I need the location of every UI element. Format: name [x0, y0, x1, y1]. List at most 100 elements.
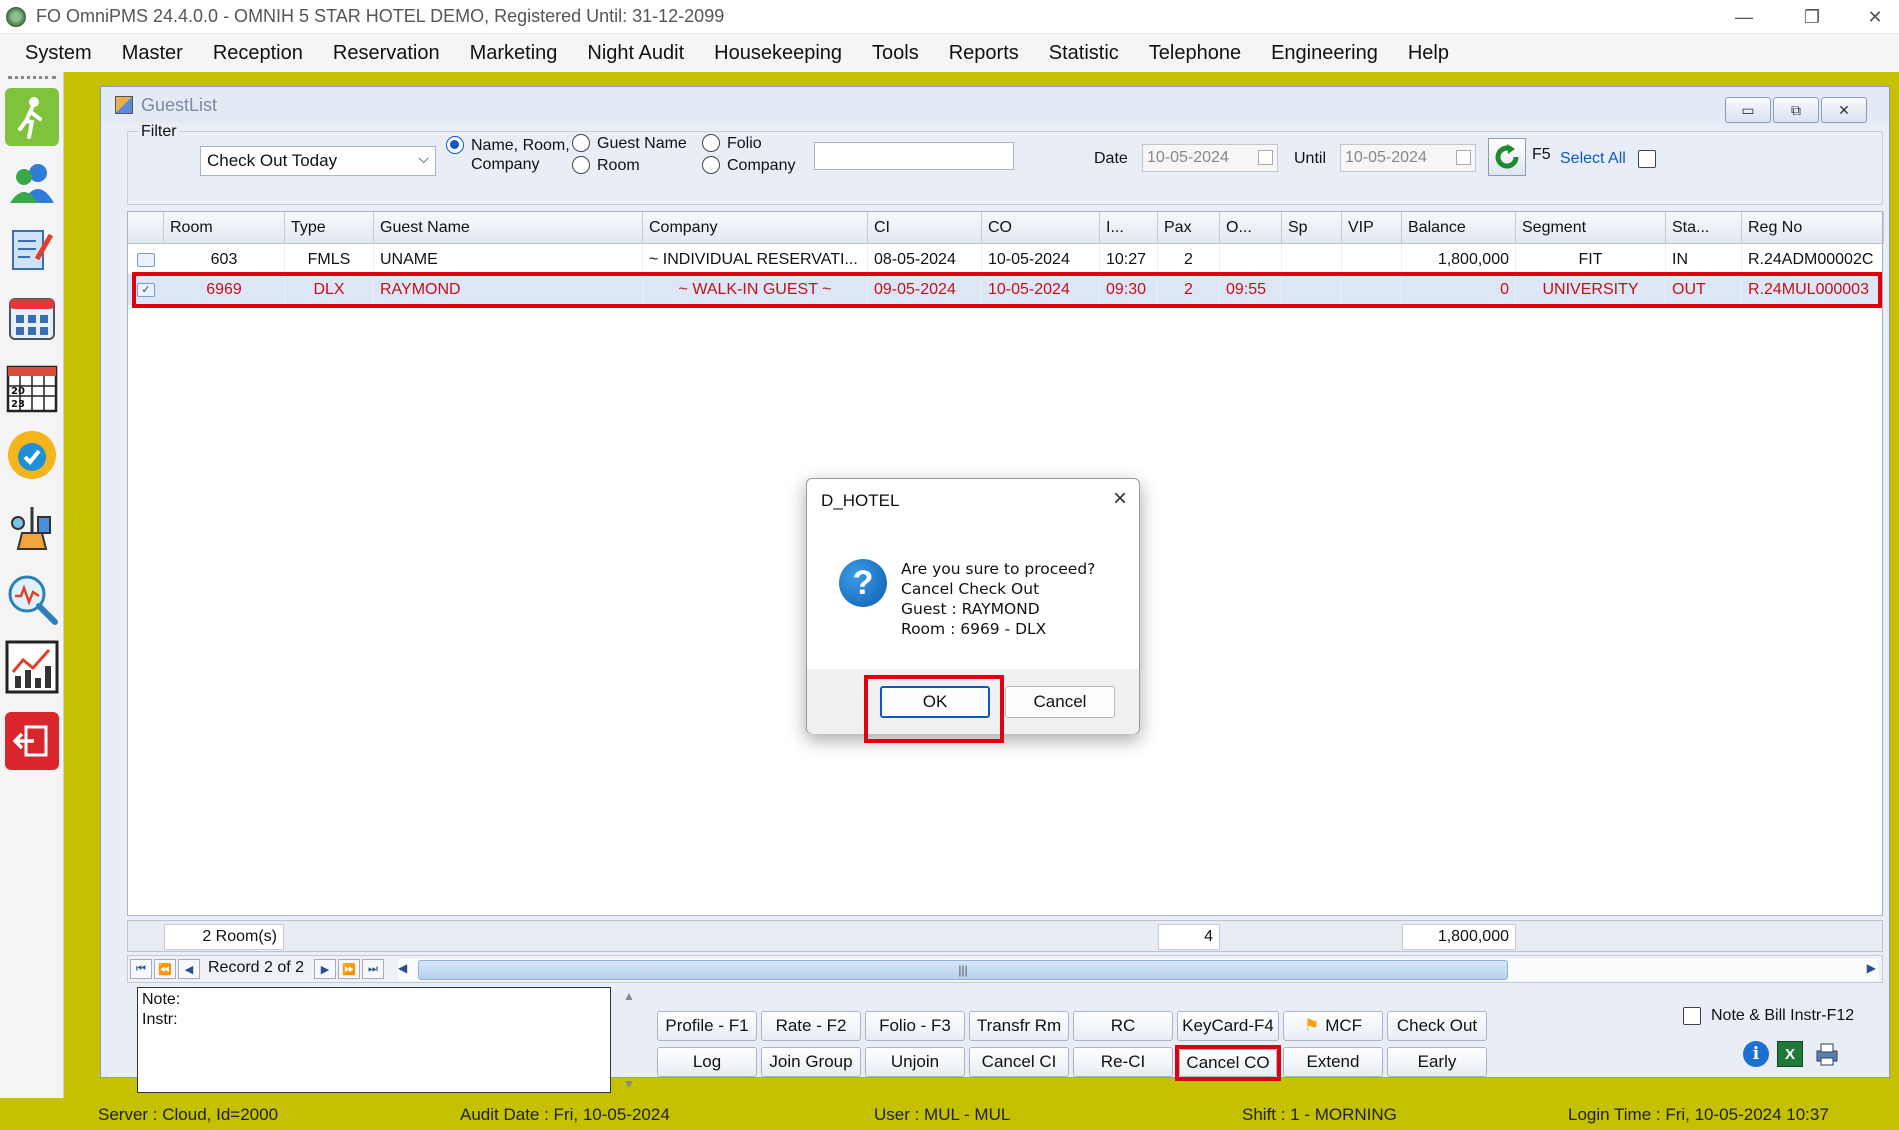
join-group-button[interactable]: Join Group: [761, 1047, 861, 1077]
next-page-icon[interactable]: ⏩: [338, 959, 360, 979]
early-button[interactable]: Early: [1387, 1047, 1487, 1077]
walk-in-icon[interactable]: [5, 88, 59, 146]
calendar-icon[interactable]: 20 23: [5, 358, 59, 416]
guestlist-title: GuestList: [141, 94, 218, 115]
guestlist-close-button[interactable]: ✕: [1821, 97, 1867, 123]
header-company[interactable]: Company: [643, 212, 868, 244]
prev-page-icon[interactable]: ⏪: [154, 959, 176, 979]
cancel-button[interactable]: Cancel: [1005, 686, 1115, 718]
header-room[interactable]: Room: [164, 212, 285, 244]
excel-export-icon[interactable]: X: [1777, 1041, 1803, 1067]
search-analytics-icon[interactable]: [5, 570, 59, 628]
last-record-icon[interactable]: ⏭: [362, 959, 384, 979]
app-logo-icon: [6, 6, 26, 27]
header-type[interactable]: Type: [285, 212, 374, 244]
menu-telephone[interactable]: Telephone: [1134, 42, 1256, 65]
scroll-down-icon[interactable]: ▼: [623, 1077, 635, 1091]
unjoin-button[interactable]: Unjoin: [865, 1047, 965, 1077]
header-segment[interactable]: Segment: [1516, 212, 1666, 244]
note-instr-box[interactable]: Note: Instr:: [137, 987, 611, 1093]
checklist-icon[interactable]: [5, 220, 59, 278]
header-in-time[interactable]: I...: [1100, 212, 1158, 244]
table-row[interactable]: 603 FMLS UNAME ~ INDIVIDUAL RESERVATI...…: [128, 245, 1884, 275]
radio-room[interactable]: Room: [572, 156, 640, 175]
calendar-picker-icon[interactable]: [1456, 150, 1471, 165]
first-record-icon[interactable]: ⏮: [130, 959, 152, 979]
cell-ci: 08-05-2024: [868, 245, 982, 275]
check-out-button[interactable]: Check Out: [1387, 1011, 1487, 1041]
menu-help[interactable]: Help: [1393, 42, 1464, 65]
scroll-up-icon[interactable]: ▲: [623, 989, 635, 1003]
horizontal-scrollbar[interactable]: ◀ ||| ▶: [398, 959, 1878, 981]
guests-icon[interactable]: [5, 154, 59, 212]
date-from-field[interactable]: 10-05-2024: [1142, 144, 1278, 172]
calendar-picker-icon[interactable]: [1258, 150, 1273, 165]
menu-master[interactable]: Master: [107, 42, 198, 65]
footer-balance-total: 1,800,000: [1402, 924, 1516, 950]
close-window-button[interactable]: ✕: [1850, 0, 1899, 34]
scroll-right-icon[interactable]: ▶: [1867, 961, 1876, 975]
header-ci[interactable]: CI: [868, 212, 982, 244]
row-selector[interactable]: [128, 245, 164, 275]
menu-tools[interactable]: Tools: [857, 42, 934, 65]
exit-icon[interactable]: [5, 712, 59, 770]
search-input[interactable]: [814, 142, 1014, 170]
header-reg-no[interactable]: Reg No: [1742, 212, 1884, 244]
keycard-button[interactable]: KeyCard-F4: [1177, 1011, 1279, 1041]
menu-marketing[interactable]: Marketing: [455, 42, 573, 65]
menu-reception[interactable]: Reception: [198, 42, 318, 65]
mcf-button[interactable]: ⚑ MCF: [1283, 1011, 1383, 1041]
menu-statistic[interactable]: Statistic: [1034, 42, 1134, 65]
rate-button[interactable]: Rate - F2: [761, 1011, 861, 1041]
scroll-thumb[interactable]: |||: [418, 960, 1508, 980]
select-all-link[interactable]: Select All: [1560, 150, 1626, 168]
re-ci-button[interactable]: Re-CI: [1073, 1047, 1173, 1077]
housekeeping-icon[interactable]: [5, 500, 59, 558]
radio-company[interactable]: Company: [702, 156, 795, 175]
scroll-left-icon[interactable]: ◀: [398, 961, 407, 975]
header-balance[interactable]: Balance: [1402, 212, 1516, 244]
menu-night-audit[interactable]: Night Audit: [572, 42, 699, 65]
radio-name-room-company[interactable]: Name, Room, Company: [446, 136, 570, 174]
room-grid-icon[interactable]: [5, 290, 59, 348]
menu-engineering[interactable]: Engineering: [1256, 42, 1393, 65]
cell-status: IN: [1666, 245, 1742, 275]
menu-reports[interactable]: Reports: [934, 42, 1034, 65]
filter-combo[interactable]: Check Out Today ⌵: [200, 146, 436, 176]
note-bill-checkbox[interactable]: [1683, 1007, 1701, 1025]
profile-button[interactable]: Profile - F1: [657, 1011, 757, 1041]
folio-button[interactable]: Folio - F3: [865, 1011, 965, 1041]
extend-button[interactable]: Extend: [1283, 1047, 1383, 1077]
header-out-time[interactable]: O...: [1220, 212, 1282, 244]
radio-folio[interactable]: Folio: [702, 134, 762, 153]
select-all-checkbox[interactable]: [1638, 150, 1656, 168]
menu-system[interactable]: System: [10, 42, 107, 65]
header-pax[interactable]: Pax: [1158, 212, 1220, 244]
log-button[interactable]: Log: [657, 1047, 757, 1077]
guestlist-restore-button[interactable]: ⧉: [1773, 97, 1819, 123]
minimize-button[interactable]: —: [1714, 0, 1774, 34]
info-icon[interactable]: i: [1743, 1041, 1769, 1067]
header-status[interactable]: Sta...: [1666, 212, 1742, 244]
menu-housekeeping[interactable]: Housekeeping: [699, 42, 857, 65]
date-until-field[interactable]: 10-05-2024: [1340, 144, 1476, 172]
menu-reservation[interactable]: Reservation: [318, 42, 455, 65]
rc-button[interactable]: RC: [1073, 1011, 1173, 1041]
guestlist-minimize-button[interactable]: ▭: [1725, 97, 1771, 123]
header-guest-name[interactable]: Guest Name: [374, 212, 643, 244]
next-record-icon[interactable]: ▶: [314, 959, 336, 979]
prev-record-icon[interactable]: ◀: [178, 959, 200, 979]
record-navigator: ⏮ ⏪ ◀ Record 2 of 2 ▶ ⏩ ⏭ ◀ ||| ▶: [127, 955, 1883, 983]
statistics-chart-icon[interactable]: [5, 638, 59, 696]
available-badge-icon[interactable]: [5, 426, 59, 484]
cancel-ci-button[interactable]: Cancel CI: [969, 1047, 1069, 1077]
radio-guest-name[interactable]: Guest Name: [572, 134, 687, 153]
header-sp[interactable]: Sp: [1282, 212, 1342, 244]
print-icon[interactable]: [1813, 1041, 1841, 1067]
maximize-button[interactable]: ❐: [1782, 0, 1842, 34]
refresh-button[interactable]: [1488, 138, 1526, 176]
header-vip[interactable]: VIP: [1342, 212, 1402, 244]
header-co[interactable]: CO: [982, 212, 1100, 244]
transfer-room-button[interactable]: Transfr Rm: [969, 1011, 1069, 1041]
dialog-close-icon[interactable]: ×: [1113, 485, 1127, 513]
